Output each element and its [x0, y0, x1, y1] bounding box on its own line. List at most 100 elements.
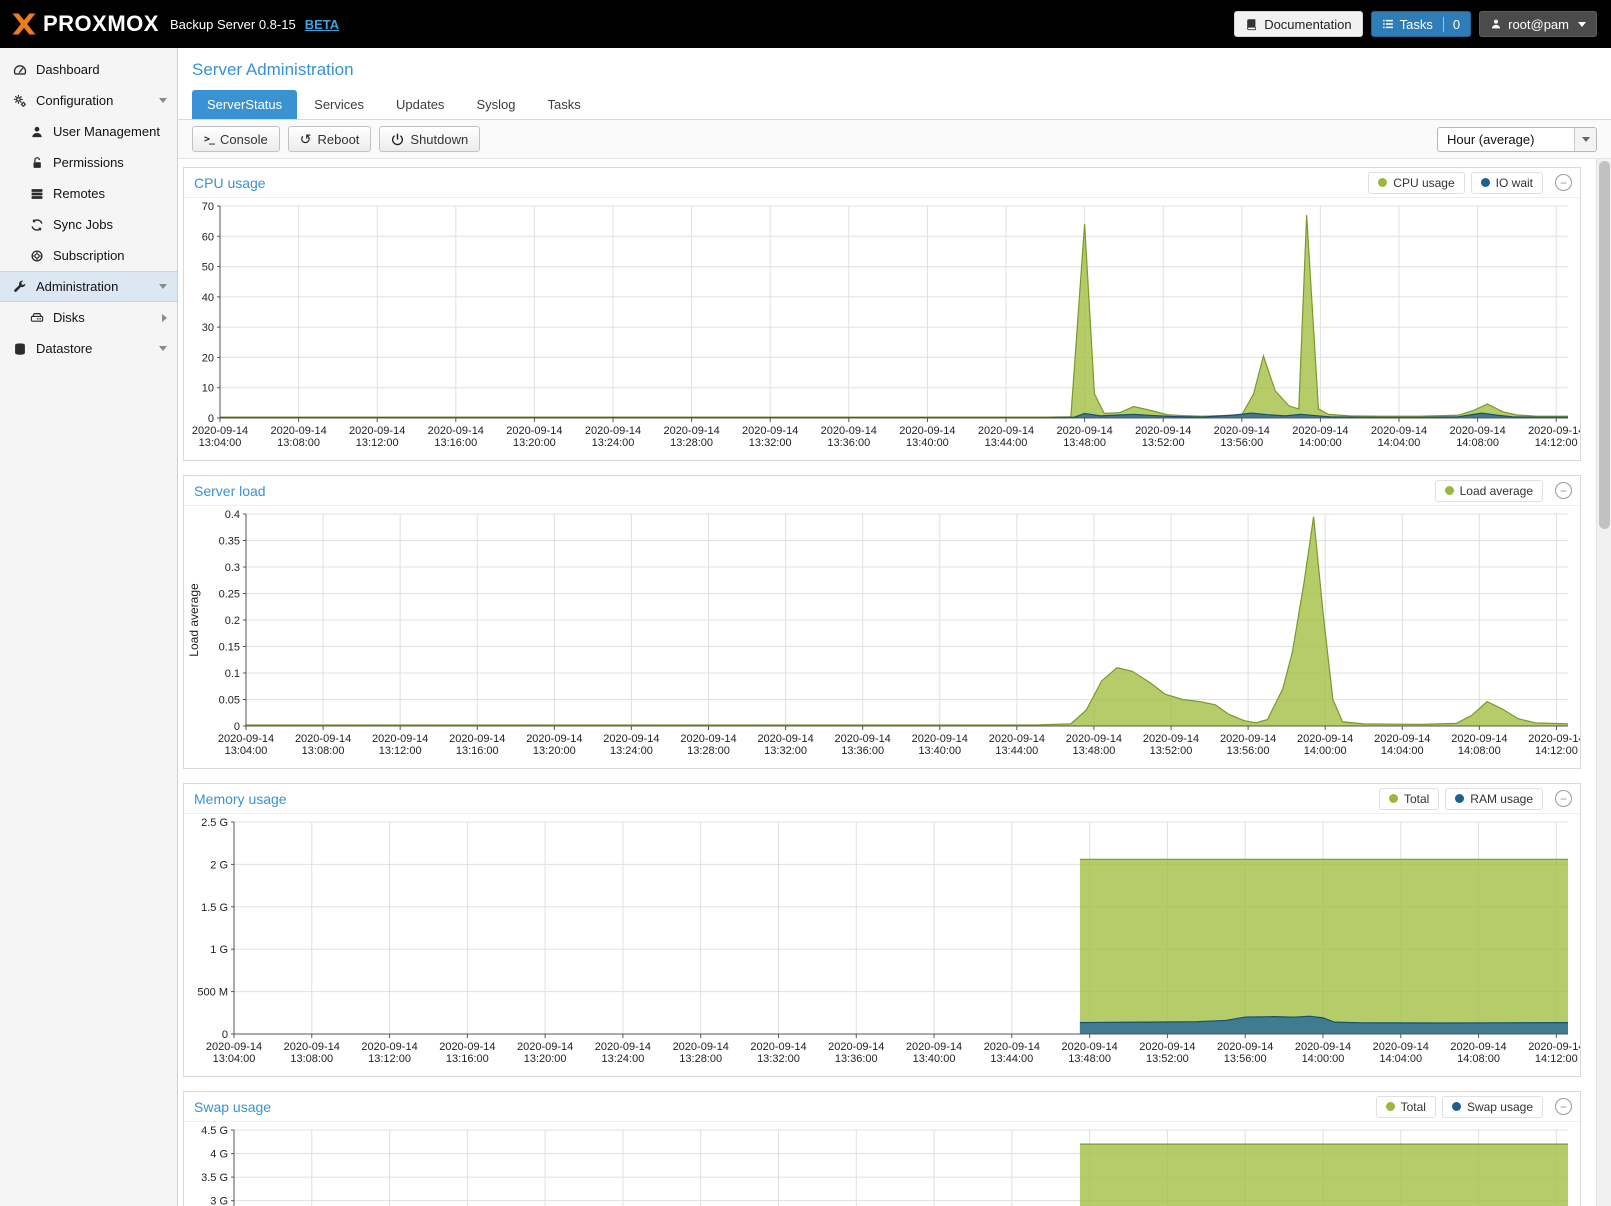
memory-usage-panel: Memory usage Total RAM usage −	[183, 783, 1581, 1077]
tab-updates[interactable]: Updates	[381, 90, 459, 119]
reboot-button[interactable]: ↺ Reboot	[288, 126, 372, 152]
sidebar-item-dashboard[interactable]: Dashboard	[0, 54, 177, 85]
swap-usage-chart: 0500 M1 G1.5 G2 G2.5 G3 G3.5 G4 G4.5 G20…	[184, 1122, 1580, 1206]
svg-text:2020-09-1413:04:00: 2020-09-1413:04:00	[192, 425, 248, 449]
power-icon	[391, 133, 404, 146]
legend-dot	[1455, 794, 1464, 803]
legend-label: Swap usage	[1467, 1100, 1533, 1114]
sidebar-item-label: Administration	[36, 279, 118, 294]
sidebar-item-user-management[interactable]: User Management	[0, 116, 177, 147]
svg-text:2020-09-1413:56:00: 2020-09-1413:56:00	[1220, 733, 1276, 757]
documentation-label: Documentation	[1264, 17, 1351, 32]
collapse-panel-icon[interactable]: −	[1555, 1098, 1572, 1115]
scrollbar-thumb[interactable]	[1599, 161, 1610, 529]
chevron-down-icon[interactable]	[1574, 128, 1596, 151]
sidebar-item-permissions[interactable]: Permissions	[0, 147, 177, 178]
collapse-panel-icon[interactable]: −	[1555, 790, 1572, 807]
sidebar-item-label: Configuration	[36, 93, 113, 108]
header-left: PROXMOX Backup Server 0.8-15 BETA	[10, 11, 339, 37]
reboot-arrow-icon: ↺	[300, 132, 312, 146]
legend-item: CPU usage	[1368, 172, 1464, 194]
svg-text:2020-09-1413:52:00: 2020-09-1413:52:00	[1139, 1041, 1195, 1065]
swap-usage-panel: Swap usage Total Swap usage −	[183, 1091, 1581, 1206]
legend-item: Total	[1379, 788, 1439, 810]
svg-text:2020-09-1413:24:00: 2020-09-1413:24:00	[603, 733, 659, 757]
toolbar: >_ Console ↺ Reboot Shutdown Hour (avera…	[178, 120, 1611, 159]
legend-item: Swap usage	[1442, 1096, 1543, 1118]
sidebar-item-configuration[interactable]: Configuration	[0, 85, 177, 116]
main-area: Server Administration ServerStatusServic…	[178, 48, 1611, 1206]
svg-text:3 G: 3 G	[210, 1196, 228, 1206]
time-range-select[interactable]: Hour (average)	[1437, 127, 1597, 152]
tasks-button[interactable]: Tasks 0	[1371, 11, 1471, 37]
logo-text: PROXMOX	[43, 11, 159, 37]
tab-tasks[interactable]: Tasks	[532, 90, 595, 119]
proxmox-x-icon	[10, 12, 38, 36]
legend-dot	[1389, 794, 1398, 803]
tab-services[interactable]: Services	[299, 90, 379, 119]
panel-header: CPU usage CPU usage IO wait −	[184, 168, 1580, 198]
svg-text:2020-09-1413:20:00: 2020-09-1413:20:00	[526, 733, 582, 757]
svg-text:4 G: 4 G	[210, 1149, 228, 1161]
svg-text:2020-09-1413:16:00: 2020-09-1413:16:00	[439, 1041, 495, 1065]
sidebar-item-disks[interactable]: Disks	[0, 302, 177, 333]
svg-text:2020-09-1413:16:00: 2020-09-1413:16:00	[449, 733, 505, 757]
svg-text:2020-09-1413:16:00: 2020-09-1413:16:00	[428, 425, 484, 449]
list-icon	[1382, 18, 1394, 30]
svg-text:70: 70	[202, 201, 214, 213]
dashboard-icon	[12, 63, 28, 77]
beta-link[interactable]: BETA	[305, 17, 339, 32]
svg-text:2020-09-1413:36:00: 2020-09-1413:36:00	[828, 1041, 884, 1065]
svg-text:0.05: 0.05	[219, 695, 240, 707]
sidebar-item-label: Remotes	[53, 186, 105, 201]
chart-legend: Total RAM usage −	[1379, 788, 1572, 810]
reboot-label: Reboot	[317, 132, 359, 147]
svg-text:2020-09-1413:28:00: 2020-09-1413:28:00	[663, 425, 719, 449]
panel-title: Server load	[194, 483, 1435, 499]
vertical-scrollbar[interactable]	[1596, 159, 1611, 1206]
svg-text:2020-09-1413:24:00: 2020-09-1413:24:00	[585, 425, 641, 449]
user-menu-button[interactable]: root@pam	[1479, 11, 1597, 37]
svg-text:2020-09-1414:04:00: 2020-09-1414:04:00	[1373, 1041, 1429, 1065]
svg-text:2020-09-1413:48:00: 2020-09-1413:48:00	[1066, 733, 1122, 757]
sidebar-item-sync-jobs[interactable]: Sync Jobs	[0, 209, 177, 240]
chevron-down-icon[interactable]	[159, 98, 167, 103]
svg-text:2020-09-1413:12:00: 2020-09-1413:12:00	[349, 425, 405, 449]
chevron-down-icon[interactable]	[159, 346, 167, 351]
tab-serverstatus[interactable]: ServerStatus	[192, 90, 297, 119]
svg-text:1.5 G: 1.5 G	[201, 902, 228, 914]
panel-header: Swap usage Total Swap usage −	[184, 1092, 1580, 1122]
svg-text:0.25: 0.25	[219, 589, 240, 601]
shutdown-button[interactable]: Shutdown	[379, 126, 480, 152]
unlock-icon	[29, 156, 45, 170]
panel-title: Swap usage	[194, 1099, 1376, 1115]
svg-text:2020-09-1413:12:00: 2020-09-1413:12:00	[372, 733, 428, 757]
documentation-button[interactable]: Documentation	[1234, 11, 1362, 37]
svg-text:2020-09-1413:32:00: 2020-09-1413:32:00	[757, 733, 813, 757]
panel-header: Memory usage Total RAM usage −	[184, 784, 1580, 814]
sidebar-item-datastore[interactable]: Datastore	[0, 333, 177, 364]
page-title: Server Administration	[178, 48, 1611, 90]
svg-text:2020-09-1413:08:00: 2020-09-1413:08:00	[295, 733, 351, 757]
chevron-down-icon	[1578, 22, 1586, 27]
tab-syslog[interactable]: Syslog	[461, 90, 530, 119]
svg-text:2020-09-1413:20:00: 2020-09-1413:20:00	[506, 425, 562, 449]
product-version: Backup Server 0.8-15	[170, 17, 296, 32]
user-icon	[1490, 18, 1502, 30]
svg-text:2020-09-1413:44:00: 2020-09-1413:44:00	[989, 733, 1045, 757]
collapse-panel-icon[interactable]: −	[1555, 174, 1572, 191]
sidebar-item-subscription[interactable]: Subscription	[0, 240, 177, 271]
sidebar-item-remotes[interactable]: Remotes	[0, 178, 177, 209]
chart-legend: CPU usage IO wait −	[1368, 172, 1572, 194]
console-button[interactable]: >_ Console	[192, 126, 280, 152]
collapse-panel-icon[interactable]: −	[1555, 482, 1572, 499]
svg-text:0: 0	[222, 1029, 228, 1041]
svg-text:2020-09-1413:08:00: 2020-09-1413:08:00	[270, 425, 326, 449]
hdd-icon	[29, 311, 45, 325]
chevron-right-icon[interactable]	[162, 314, 167, 322]
legend-dot	[1452, 1102, 1461, 1111]
svg-text:0.15: 0.15	[219, 642, 240, 654]
sidebar-item-administration[interactable]: Administration	[0, 271, 177, 302]
sidebar-item-label: Datastore	[36, 341, 92, 356]
chevron-down-icon[interactable]	[159, 284, 167, 289]
